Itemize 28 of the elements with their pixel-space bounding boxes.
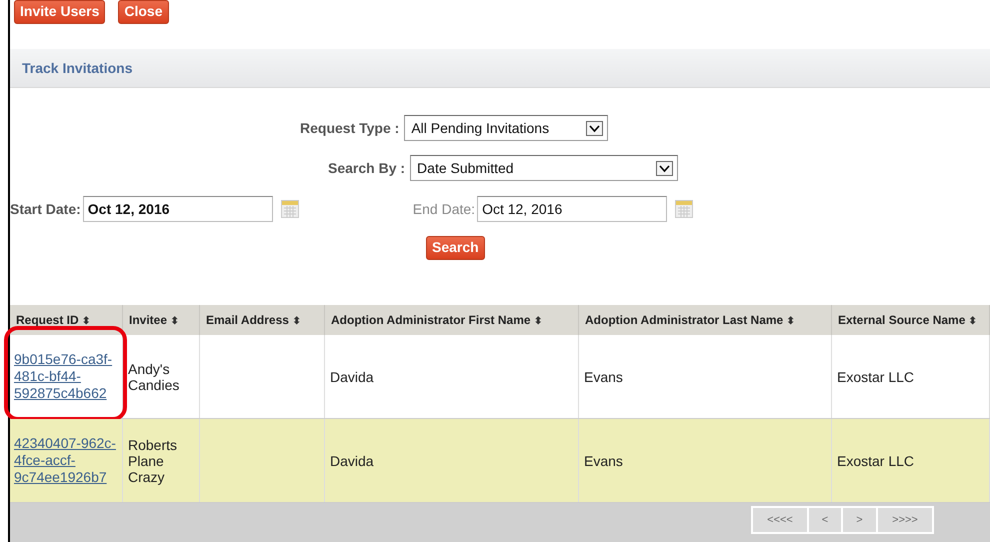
calendar-icon[interactable] [675, 200, 694, 218]
table-cell: Roberts Plane Crazy [122, 418, 200, 502]
column-header[interactable]: Adoption Administrator Last Name ⬍ [578, 305, 832, 335]
calendar-icon[interactable] [280, 200, 299, 218]
pager-button[interactable]: < [808, 507, 842, 533]
end-date-field[interactable]: Oct 12, 2016 [477, 196, 668, 222]
column-header[interactable]: External Source Name ⬍ [832, 305, 990, 335]
field-label: Search By : [328, 160, 406, 176]
pager-button[interactable]: > [842, 507, 877, 533]
pager-button[interactable]: <<<< [752, 507, 808, 533]
column-header[interactable]: Adoption Administrator First Name ⬍ [324, 305, 578, 335]
column-header[interactable]: Invitee ⬍ [122, 305, 200, 335]
search-button[interactable]: Search [426, 236, 485, 260]
table-cell: Davida [324, 418, 578, 502]
action-button[interactable]: Close [118, 0, 168, 24]
pager-button[interactable]: >>>> [877, 507, 933, 533]
column-header[interactable]: Email Address ⬍ [200, 305, 324, 335]
request-type-dropdown[interactable]: All Pending Invitations [404, 115, 608, 141]
request-id-link[interactable]: 9b015e76-ca3f-481c-bf44-592875c4b662 [14, 351, 118, 402]
field-label: Request Type : [300, 120, 400, 136]
table-cell: Exostar LLC [832, 418, 990, 502]
search-by-dropdown[interactable]: Date Submitted [410, 155, 678, 181]
field-label: End Date: [412, 201, 476, 217]
action-button[interactable]: Invite Users [14, 0, 106, 24]
table-cell: Evans [578, 418, 832, 502]
section-title: Track Invitations [22, 60, 132, 76]
start-date-field[interactable]: Oct 12, 2016 [82, 196, 273, 222]
field-label: Start Date: [10, 201, 81, 217]
